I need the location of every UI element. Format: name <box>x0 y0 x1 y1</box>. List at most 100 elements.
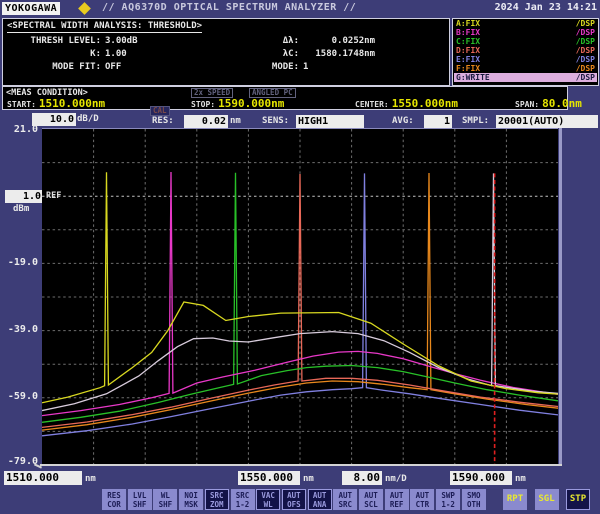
res-unit: nm <box>230 115 241 128</box>
stop-wavelength-unit: nm <box>515 474 526 484</box>
trace-dsp-label: /DSP <box>576 64 595 73</box>
analysis-panel: <SPECTRAL WIDTH ANALYSIS: THRESHOLD> THR… <box>2 18 450 86</box>
meas-condition-panel: <MEAS CONDITION> 2x SPEED ANGLED PC STAR… <box>2 86 568 110</box>
sens-field[interactable]: HIGH1 <box>296 115 364 128</box>
xaxis-stop-group: 1590.000 nm <box>450 471 526 485</box>
wavelength-scale-unit: nm/D <box>385 474 407 484</box>
meas-field-center: CENTER:1550.000nm <box>355 97 458 110</box>
analysis-l1-row2: MODE FIT: <box>7 61 105 74</box>
toolbar-button-aut-ana[interactable]: AUTANA <box>308 489 332 510</box>
analysis-l1-row1: K: <box>7 48 105 61</box>
meas-field-stop: STOP:1590.000nm <box>191 97 284 110</box>
trace-row-a: A:FIX/DSP <box>454 19 597 28</box>
trace-label: E:FIX <box>456 55 480 64</box>
start-wavelength-field[interactable]: 1510.000 <box>4 471 82 485</box>
toolbar-button-line: OTH <box>463 501 485 510</box>
meas-field-value: 80.0nm <box>542 97 582 110</box>
meas-field-label: STOP: <box>191 100 215 109</box>
trace-label: B:FIX <box>456 28 480 37</box>
trace-dsp-label: /DSP <box>576 55 595 64</box>
analysis-v2-row2: 1 <box>303 61 375 74</box>
toolbar-button-line: STP <box>567 491 589 507</box>
x-axis-line <box>40 464 562 466</box>
toolbar-button-line: ZOM <box>206 501 228 510</box>
toolbar-button-aut-ctr[interactable]: AUTCTR <box>410 489 434 510</box>
toolbar-button-line: WL <box>257 501 279 510</box>
trace-dsp-label: /DSP <box>576 37 595 46</box>
wavelength-scale-field[interactable]: 8.00 <box>342 471 382 485</box>
toolbar-button-src-1-2[interactable]: SRC1-2 <box>231 489 255 510</box>
xaxis-center-group: 1550.000 nm <box>238 471 314 485</box>
toolbar-button-vac-wl[interactable]: VACWL <box>256 489 280 510</box>
trace-label: D:FIX <box>456 46 480 55</box>
start-wavelength-unit: nm <box>85 474 96 484</box>
meas-field-label: START: <box>7 100 36 109</box>
analysis-l2-row2: MODE: <box>217 61 303 74</box>
ref-level-field[interactable]: 1.0 <box>5 190 43 203</box>
toolbar-button-line: 1-2 <box>437 501 459 510</box>
center-wavelength-unit: nm <box>303 474 314 484</box>
toolbar-button-line: SHF <box>129 501 151 510</box>
analysis-v2-row1: 1580.1748nm <box>303 48 375 61</box>
toolbar-button-line: SHF <box>154 501 176 510</box>
trace-label: A:FIX <box>456 19 480 28</box>
toolbar-button-stp[interactable]: STP <box>566 489 590 510</box>
analysis-v1-row2: OFF <box>105 61 217 74</box>
yaxis-label-m19: -19.0 <box>2 257 38 268</box>
xaxis-scale-group: 8.00 nm/D <box>342 471 407 485</box>
meas-field-label: CENTER: <box>355 100 389 109</box>
meas-field-value: 1550.000nm <box>392 97 458 110</box>
toolbar-button-aut-scl[interactable]: AUTSCL <box>359 489 383 510</box>
toolbar-button-swp-1-2[interactable]: SWP1-2 <box>436 489 460 510</box>
trace-status-panel: A:FIX/DSPB:FIX/DSPC:FIX/DSPD:FIX/DSPE:FI… <box>452 18 599 86</box>
spectrum-plot-svg <box>42 129 558 465</box>
toolbar-button-line: OFS <box>283 501 305 510</box>
yaxis-label-m59: -59.0 <box>2 391 38 402</box>
yaxis-label-m39: -39.0 <box>2 324 38 335</box>
level-scale-unit: dB/D <box>77 113 99 126</box>
meas-field-span: SPAN:80.0nm <box>515 97 582 110</box>
analysis-l1-row0: THRESH LEVEL: <box>7 35 105 48</box>
stop-wavelength-field[interactable]: 1590.000 <box>450 471 512 485</box>
xaxis-start-group: 1510.000 nm <box>4 471 96 485</box>
trace-row-c: C:FIX/DSP <box>454 37 597 46</box>
yaxis-label-top: 21.0 <box>2 124 38 135</box>
toolbar-button-smo-oth[interactable]: SMOOTH <box>462 489 486 510</box>
trace-row-b: B:FIX/DSP <box>454 28 597 37</box>
toolbar-button-line: SRC <box>334 501 356 510</box>
toolbar-button-line: CTR <box>411 501 433 510</box>
level-scale-field[interactable]: 10.0 <box>32 113 76 126</box>
toolbar-button-res-cor[interactable]: RESCOR <box>102 489 126 510</box>
analysis-v1-row1: 1.00 <box>105 48 217 61</box>
plot-right-border <box>559 128 562 465</box>
toolbar-button-sgl[interactable]: SGL <box>535 489 559 510</box>
trace-row-g: G:WRITE/DSP <box>454 73 597 82</box>
toolbar-button-aut-ofs[interactable]: AUTOFS <box>282 489 306 510</box>
sens-label: SENS: <box>262 115 289 128</box>
osa-screen: YOKOGAWA // AQ6370D OPTICAL SPECTRUM ANA… <box>0 0 600 514</box>
datetime-display: 2024 Jan 23 14:21 <box>495 2 597 13</box>
trace-label: F:FIX <box>456 64 480 73</box>
toolbar-button-wl-shf[interactable]: WLSHF <box>153 489 177 510</box>
toolbar-button-line: ANA <box>309 501 331 510</box>
toolbar-button-line: SCL <box>360 501 382 510</box>
smpl-field[interactable]: 20001(AUTO) <box>496 115 598 128</box>
trace-dsp-label: /DSP <box>576 19 595 28</box>
toolbar-button-src-zom[interactable]: SRCZOM <box>205 489 229 510</box>
toolbar-button-line: REF <box>386 501 408 510</box>
avg-field[interactable]: 1 <box>424 115 452 128</box>
toolbar-button-lvl-shf[interactable]: LVLSHF <box>128 489 152 510</box>
toolbar-button-aut-src[interactable]: AUTSRC <box>333 489 357 510</box>
analysis-v2-row0: 0.0252nm <box>303 35 375 48</box>
ref-line-label: REF <box>46 191 61 201</box>
analysis-panel-title: <SPECTRAL WIDTH ANALYSIS: THRESHOLD> <box>7 21 202 33</box>
center-wavelength-field[interactable]: 1550.000 <box>238 471 300 485</box>
toolbar-button-noi-msk[interactable]: NOIMSK <box>179 489 203 510</box>
trace-row-d: D:FIX/DSP <box>454 46 597 55</box>
toolbar-button-line: 1-2 <box>232 501 254 510</box>
res-field[interactable]: 0.02 <box>184 115 228 128</box>
toolbar-button-aut-ref[interactable]: AUTREF <box>385 489 409 510</box>
toolbar-button-rpt[interactable]: RPT <box>503 489 527 510</box>
meas-field-value: 1510.000nm <box>39 97 105 110</box>
yokogawa-logo: YOKOGAWA <box>2 2 60 15</box>
